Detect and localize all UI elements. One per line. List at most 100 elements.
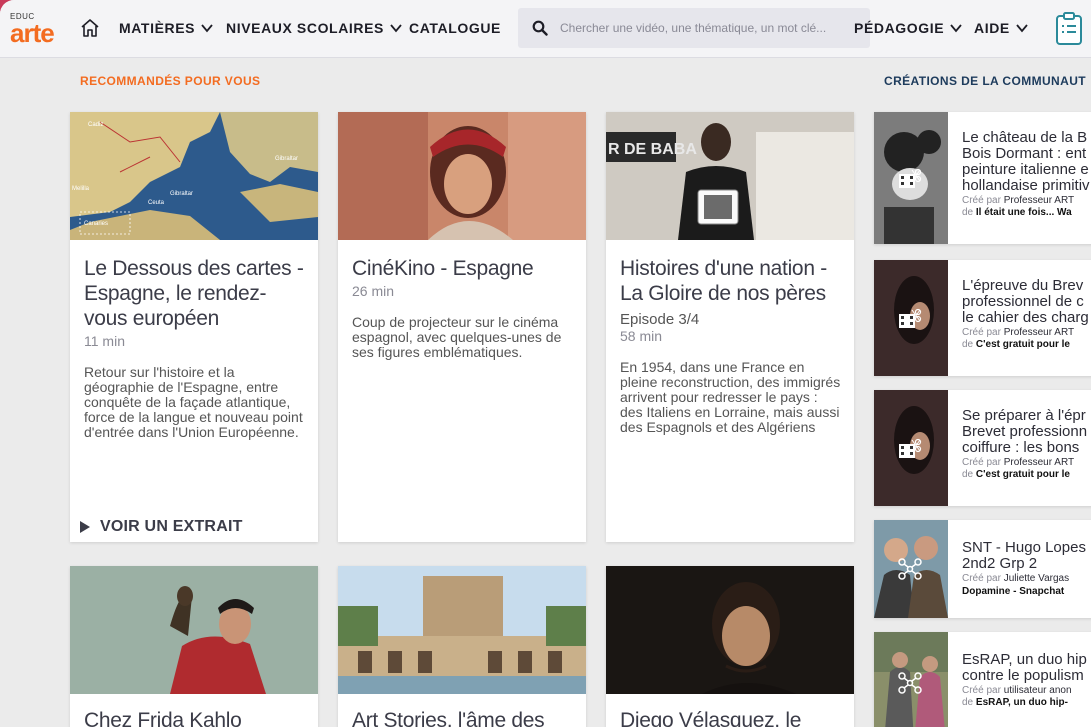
community-title-line: le cahier des charg — [962, 309, 1089, 326]
nav-matieres[interactable]: MATIÈRES — [119, 20, 213, 36]
community-title-line: Bois Dormant : ent — [962, 145, 1087, 162]
card-title[interactable]: Le Dessous des cartes - Espagne, le rend… — [84, 256, 306, 331]
community-text: EsRAP, un duo hip contre le populism Cré… — [962, 651, 1091, 709]
card-body: CinéKino - Espagne 26 min Coup de projec… — [352, 256, 574, 360]
card-title[interactable]: Histoires d'une nation - La Gloire de no… — [620, 256, 842, 306]
community-title-line: L'épreuve du Brev — [962, 277, 1084, 294]
search-input[interactable] — [560, 13, 860, 43]
card-title[interactable]: Chez Frida Kahlo — [84, 708, 306, 727]
community-title-line: contre le populism — [962, 667, 1084, 684]
nav-catalogue-label: CATALOGUE — [409, 20, 501, 36]
logo-arte-text: arte — [10, 18, 55, 48]
community-source: Dopamine - Snapchat — [962, 586, 1065, 597]
community-title-line: Se préparer à l'épr — [962, 407, 1086, 424]
recommended-section-title: RECOMMANDÉS POUR VOUS — [80, 74, 261, 88]
watch-extract-button[interactable]: VOIR UN EXTRAIT — [80, 518, 243, 536]
community-title-line: hollandaise primitiv — [962, 177, 1090, 194]
community-author: Créé par Professeur ART — [962, 195, 1075, 206]
video-card[interactable]: Diego Vélasquez, le — [606, 566, 854, 727]
search-icon[interactable] — [532, 20, 548, 36]
map-label: Gibraltar — [275, 156, 298, 162]
community-title-line: professionnel de c — [962, 293, 1084, 310]
network-icon — [898, 558, 922, 580]
top-navigation: EDUC arte MATIÈRES NIVEAUX SCOLAIRES CAT… — [0, 0, 1091, 58]
card-body: Le Dessous des cartes - Espagne, le rend… — [84, 256, 306, 440]
community-text: Le château de la B Bois Dormant : ent pe… — [962, 129, 1091, 219]
nav-matieres-label: MATIÈRES — [119, 20, 196, 36]
play-icon — [80, 521, 90, 533]
video-card[interactable]: Art Stories, l'âme des — [338, 566, 586, 727]
educ-arte-logo[interactable]: EDUC arte — [10, 12, 66, 48]
video-card[interactable]: Chez Frida Kahlo — [70, 566, 318, 727]
card-body: Diego Vélasquez, le — [620, 708, 842, 727]
nav-pedagogie[interactable]: PÉDAGOGIE — [854, 20, 962, 36]
community-title-line: Le château de la B — [962, 129, 1088, 146]
chevron-down-icon — [390, 24, 402, 33]
film-cut-icon — [899, 438, 922, 458]
community-title-line: 2nd2 Grp 2 — [962, 555, 1038, 572]
map-label: Cadiz — [88, 122, 103, 128]
chevron-down-icon — [1016, 24, 1028, 33]
clipboard-icon[interactable] — [1055, 12, 1083, 46]
card-description: Retour sur l'histoire et la géographie d… — [84, 364, 303, 440]
nav-aide[interactable]: AIDE — [974, 20, 1028, 36]
community-item[interactable]: SNT - Hugo Lopes 2nd2 Grp 2 Créé par Jul… — [874, 520, 1091, 618]
card-duration: 26 min — [352, 283, 395, 299]
community-title-line: peinture italienne e — [962, 161, 1089, 178]
video-thumbnail-map: Cadiz Gibraltar Ceuta Melilla Canaries G… — [70, 112, 318, 240]
video-card[interactable]: CinéKino - Espagne 26 min Coup de projec… — [338, 112, 586, 542]
shop-sign-text: R DE BABA — [608, 141, 697, 158]
film-cut-icon — [899, 168, 922, 188]
community-item[interactable]: EsRAP, un duo hip contre le populism Cré… — [874, 632, 1091, 727]
video-card[interactable]: Cadiz Gibraltar Ceuta Melilla Canaries G… — [70, 112, 318, 542]
community-source: de EsRAP, un duo hip- — [962, 697, 1068, 708]
community-source: de Il était une fois... Wa — [962, 207, 1072, 218]
video-thumbnail-histoires: R DE BABA — [606, 112, 854, 240]
video-thumbnail-frida — [70, 566, 318, 694]
community-text: Se préparer à l'épr Brevet professionn c… — [962, 407, 1091, 481]
community-text: L'épreuve du Brev professionnel de c le … — [962, 277, 1091, 351]
nav-catalogue[interactable]: CATALOGUE — [409, 20, 501, 36]
video-thumbnail-velasquez — [606, 566, 854, 694]
community-item[interactable]: L'épreuve du Brev professionnel de c le … — [874, 260, 1091, 376]
card-body: Art Stories, l'âme des — [352, 708, 574, 727]
page-frame: EDUC arte MATIÈRES NIVEAUX SCOLAIRES CAT… — [0, 0, 1091, 727]
nav-aide-label: AIDE — [974, 20, 1010, 36]
community-source: de C'est gratuit pour le — [962, 339, 1070, 350]
community-author: Créé par Professeur ART — [962, 457, 1075, 468]
card-title[interactable]: Art Stories, l'âme des — [352, 708, 574, 727]
card-duration: 11 min — [84, 333, 125, 349]
home-icon[interactable] — [80, 18, 100, 38]
community-author: Créé par utilisateur anon — [962, 685, 1072, 696]
nav-niveaux-label: NIVEAUX SCOLAIRES — [226, 20, 384, 36]
map-label: Canaries — [84, 221, 108, 227]
community-author: Créé par Juliette Vargas — [962, 573, 1070, 584]
community-title-line: Brevet professionn — [962, 423, 1088, 440]
community-section-title: CRÉATIONS DE LA COMMUNAUT — [884, 74, 1086, 88]
card-description: Coup de projecteur sur le cinéma espagno… — [352, 314, 562, 360]
chevron-down-icon — [201, 24, 213, 33]
video-card[interactable]: R DE BABA Histoires d'une nation - La Gl… — [606, 112, 854, 542]
card-title[interactable]: Diego Vélasquez, le — [620, 708, 842, 727]
map-label: Ceuta — [148, 200, 165, 206]
community-item[interactable]: Se préparer à l'épr Brevet professionn c… — [874, 390, 1091, 506]
video-thumbnail-cinekino — [338, 112, 586, 240]
community-item[interactable]: Le château de la B Bois Dormant : ent pe… — [874, 112, 1091, 244]
card-body: Histoires d'une nation - La Gloire de no… — [620, 256, 842, 435]
card-body: Chez Frida Kahlo — [84, 708, 306, 727]
card-title[interactable]: CinéKino - Espagne — [352, 256, 574, 281]
community-author: Créé par Professeur ART — [962, 327, 1075, 338]
video-thumbnail-alhambra — [338, 566, 586, 694]
film-cut-icon — [899, 308, 922, 328]
card-duration: 58 min — [620, 328, 663, 344]
community-title-line: coiffure : les bons — [962, 439, 1080, 456]
community-title-line: EsRAP, un duo hip — [962, 651, 1087, 668]
card-description: En 1954, dans une France en pleine recon… — [620, 359, 841, 435]
community-source: de C'est gratuit pour le — [962, 469, 1070, 480]
nav-niveaux-scolaires[interactable]: NIVEAUX SCOLAIRES — [226, 20, 402, 36]
network-icon — [898, 672, 922, 694]
chevron-down-icon — [950, 24, 962, 33]
nav-pedagogie-label: PÉDAGOGIE — [854, 20, 945, 36]
map-label: Gibraltar — [170, 191, 193, 197]
map-label: Melilla — [72, 186, 90, 192]
